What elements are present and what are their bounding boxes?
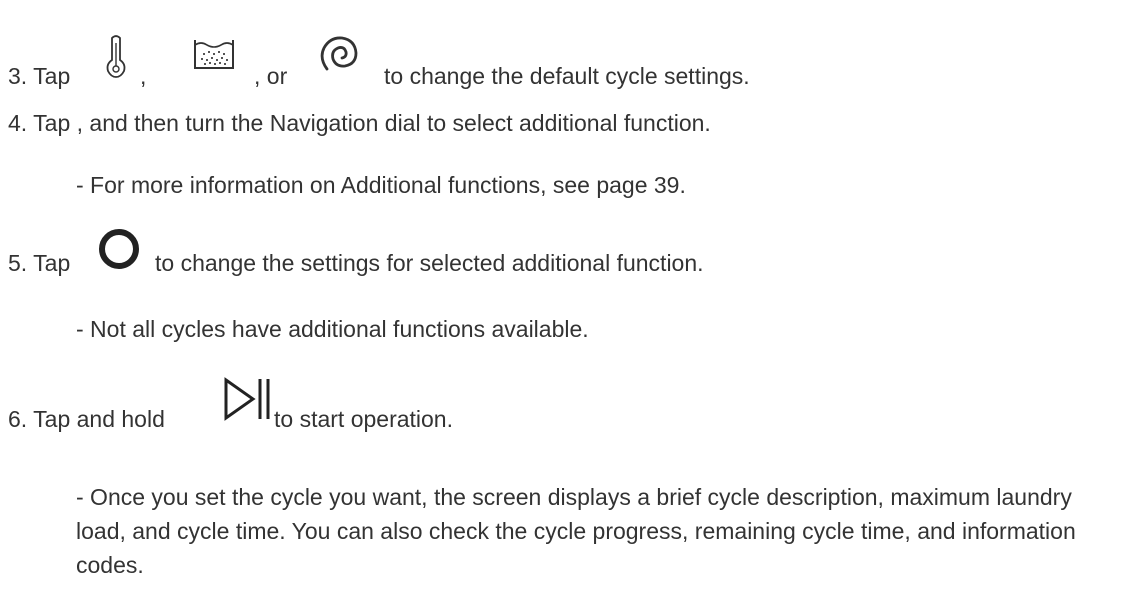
soil-level-icon <box>194 40 234 69</box>
step6-note: - Once you set the cycle you want, the s… <box>76 484 1076 578</box>
step3-suffix: to change the default cycle settings. <box>384 63 750 89</box>
step6-suffix: to start operation. <box>274 406 453 432</box>
step4-note: - For more information on Additional fun… <box>76 172 686 198</box>
thermometer-icon <box>106 35 126 78</box>
step5-prefix: 5. Tap <box>8 250 71 276</box>
step6-prefix: 6. Tap and hold <box>8 406 165 432</box>
circle-icon <box>99 229 139 269</box>
spin-icon <box>320 36 358 71</box>
step3-prefix: 3. Tap <box>8 63 71 89</box>
step5-note: - Not all cycles have additional functio… <box>76 316 589 342</box>
step3-sep2: , or <box>254 63 288 89</box>
step5-suffix: to change the settings for selected addi… <box>155 250 704 276</box>
play-pause-icon <box>224 377 270 421</box>
step4-text: 4. Tap , and then turn the Navigation di… <box>8 110 711 136</box>
step3-sep1: , <box>140 63 147 89</box>
